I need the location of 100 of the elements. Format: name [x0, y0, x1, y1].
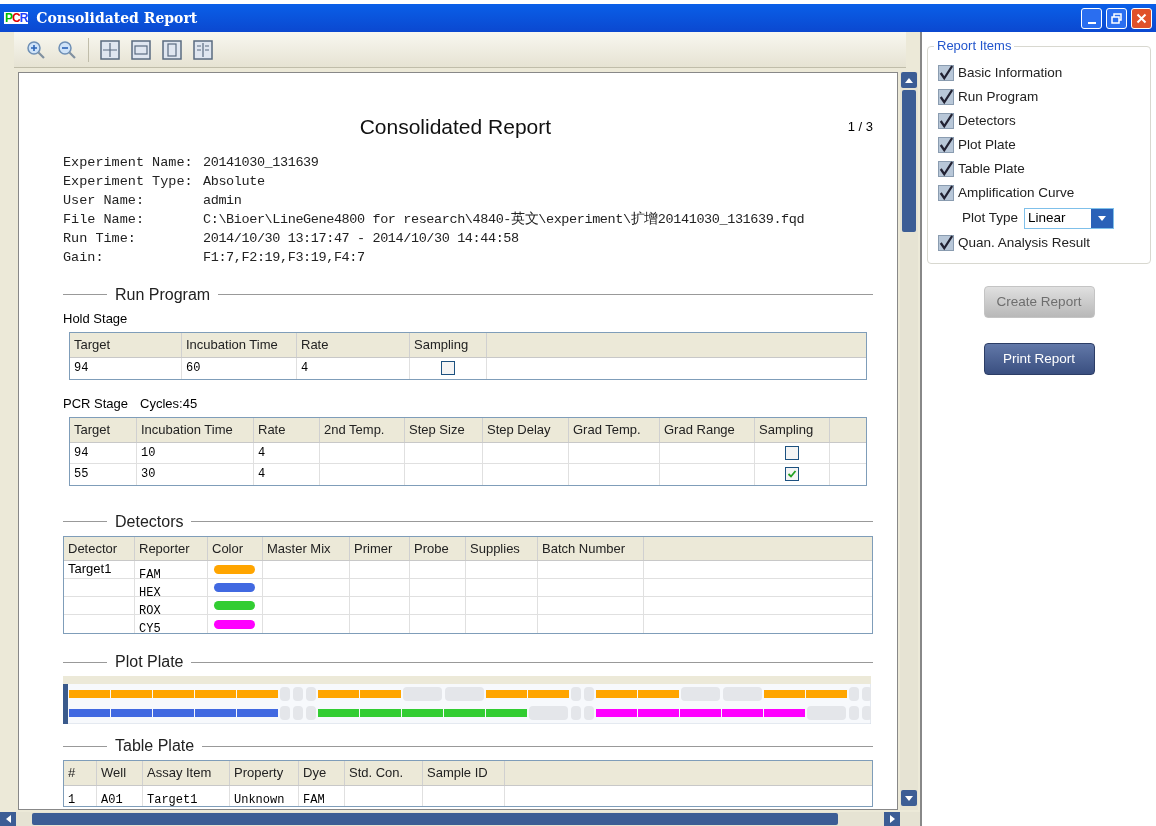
- scroll-thumb[interactable]: [32, 813, 838, 825]
- horizontal-scrollbar[interactable]: [0, 812, 920, 826]
- fit-width-icon[interactable]: [131, 39, 151, 60]
- checkmark-icon: [939, 112, 953, 130]
- table-cell: Target1: [147, 792, 198, 807]
- report-item-checkbox[interactable]: Table Plate: [938, 159, 1150, 179]
- column-header: Sample ID: [423, 761, 505, 785]
- info-label: Gain:: [63, 248, 105, 267]
- zoom-in-icon[interactable]: [26, 39, 46, 60]
- reporter-name: HEX: [139, 586, 161, 600]
- window-title: Consolidated Report: [36, 8, 198, 28]
- stage-label: Hold Stage: [63, 309, 128, 328]
- info-value: F1:7,F2:19,F3:19,F4:7: [203, 248, 366, 267]
- table-cell: FAM: [303, 792, 325, 807]
- plot-type-select[interactable]: Linear: [1024, 207, 1115, 229]
- report-item-checkbox[interactable]: Quan. Analysis Result: [938, 233, 1150, 253]
- table-cell: 94: [70, 357, 182, 379]
- column-header: Primer: [350, 536, 410, 560]
- info-label: Experiment Type:: [63, 172, 194, 191]
- column-header: Detector: [64, 536, 135, 560]
- table-cell: 4: [254, 442, 320, 463]
- info-label: Run Time:: [63, 229, 137, 248]
- table-cell: 4: [254, 463, 320, 485]
- scroll-left-icon[interactable]: [0, 812, 16, 826]
- checkmark-icon: [939, 234, 953, 252]
- zoom-out-icon[interactable]: [57, 39, 77, 60]
- table-cell: 55: [70, 463, 137, 485]
- column-header: Property: [230, 761, 299, 785]
- column-header: Step Size: [405, 418, 483, 442]
- column-header: Target: [70, 333, 182, 357]
- restore-icon: [1111, 12, 1122, 24]
- checkmark-icon: [939, 160, 953, 178]
- report-button[interactable]: Print Report: [983, 343, 1095, 375]
- column-header: Sampling: [410, 333, 487, 357]
- checkbox[interactable]: [785, 445, 799, 460]
- single-page-icon[interactable]: [162, 39, 182, 60]
- column-header: #: [64, 761, 97, 785]
- column-header: Rate: [297, 333, 410, 357]
- report-item-checkbox[interactable]: Basic Information: [938, 63, 1150, 83]
- section-heading: Detectors: [115, 511, 184, 532]
- column-header: Reporter: [135, 536, 208, 560]
- info-value: 2014/10/30 13:17:47 - 2014/10/30 14:44:58: [203, 229, 520, 248]
- detector-name: Target1: [68, 561, 112, 576]
- reporter-name: CY5: [139, 622, 161, 636]
- checkmark-icon: [939, 64, 953, 82]
- vertical-scrollbar[interactable]: [900, 72, 918, 810]
- scroll-thumb[interactable]: [902, 90, 916, 232]
- stage-label: PCR Stage: [63, 394, 129, 413]
- column-header: Well: [97, 761, 143, 785]
- plot-type-label: Plot Type: [962, 208, 1019, 227]
- info-label: User Name:: [63, 191, 145, 210]
- column-header: Assay Item: [143, 761, 230, 785]
- report-item-checkbox[interactable]: Detectors: [938, 111, 1150, 131]
- minimize-button[interactable]: [1081, 7, 1102, 29]
- column-header: Sampling: [755, 418, 830, 442]
- info-value: Absolute: [203, 172, 266, 191]
- column-header: Batch Number: [538, 536, 644, 560]
- checkmark-icon: [939, 88, 953, 106]
- report-title: Consolidated Report: [359, 115, 552, 138]
- table-cell: 10: [137, 442, 254, 463]
- scroll-right-icon[interactable]: [884, 812, 900, 826]
- column-header: Target: [70, 418, 137, 442]
- section-heading: Table Plate: [115, 736, 195, 756]
- close-button[interactable]: [1131, 7, 1152, 29]
- table-cell: 30: [137, 463, 254, 485]
- column-header: Grad Temp.: [569, 418, 660, 442]
- cycles-count: Cycles:45: [140, 394, 198, 413]
- table-cell: 60: [182, 357, 297, 379]
- fit-page-icon[interactable]: [100, 39, 120, 60]
- restore-button[interactable]: [1106, 7, 1127, 29]
- report-item-checkbox[interactable]: Run Program: [938, 87, 1150, 107]
- checkmark-icon: [939, 136, 953, 154]
- checkmark-icon: [939, 184, 953, 202]
- scroll-down-icon[interactable]: [901, 790, 917, 806]
- checkbox[interactable]: [441, 361, 455, 375]
- table-cell: 4: [297, 357, 410, 379]
- table-cell: A01: [101, 792, 123, 807]
- two-pages-icon[interactable]: [193, 39, 213, 60]
- checkmark-icon: [787, 469, 797, 479]
- column-header: Std. Con.: [345, 761, 423, 785]
- checkbox[interactable]: [785, 467, 799, 481]
- report-item-checkbox[interactable]: Plot Plate: [938, 135, 1150, 155]
- close-icon: [1136, 12, 1147, 24]
- info-value: 20141030_131639: [203, 153, 320, 172]
- column-header: 2nd Temp.: [320, 418, 405, 442]
- table-cell: 94: [70, 442, 137, 463]
- column-header: Dye: [299, 761, 345, 785]
- scroll-up-icon[interactable]: [901, 72, 917, 88]
- page-number: 1 / 3: [847, 118, 873, 136]
- column-header: Incubation Time: [182, 333, 297, 357]
- column-header: Probe: [410, 536, 466, 560]
- table-cell: Unknown: [234, 792, 285, 807]
- column-header: Incubation Time: [137, 418, 254, 442]
- info-label: Experiment Name:: [63, 153, 194, 172]
- report-item-checkbox[interactable]: Amplification Curve: [938, 183, 1150, 203]
- info-label: File Name:: [63, 210, 145, 229]
- column-header: Step Delay: [483, 418, 569, 442]
- app-logo: PCR: [4, 12, 29, 24]
- column-header: Supplies: [466, 536, 538, 560]
- column-header: Rate: [254, 418, 320, 442]
